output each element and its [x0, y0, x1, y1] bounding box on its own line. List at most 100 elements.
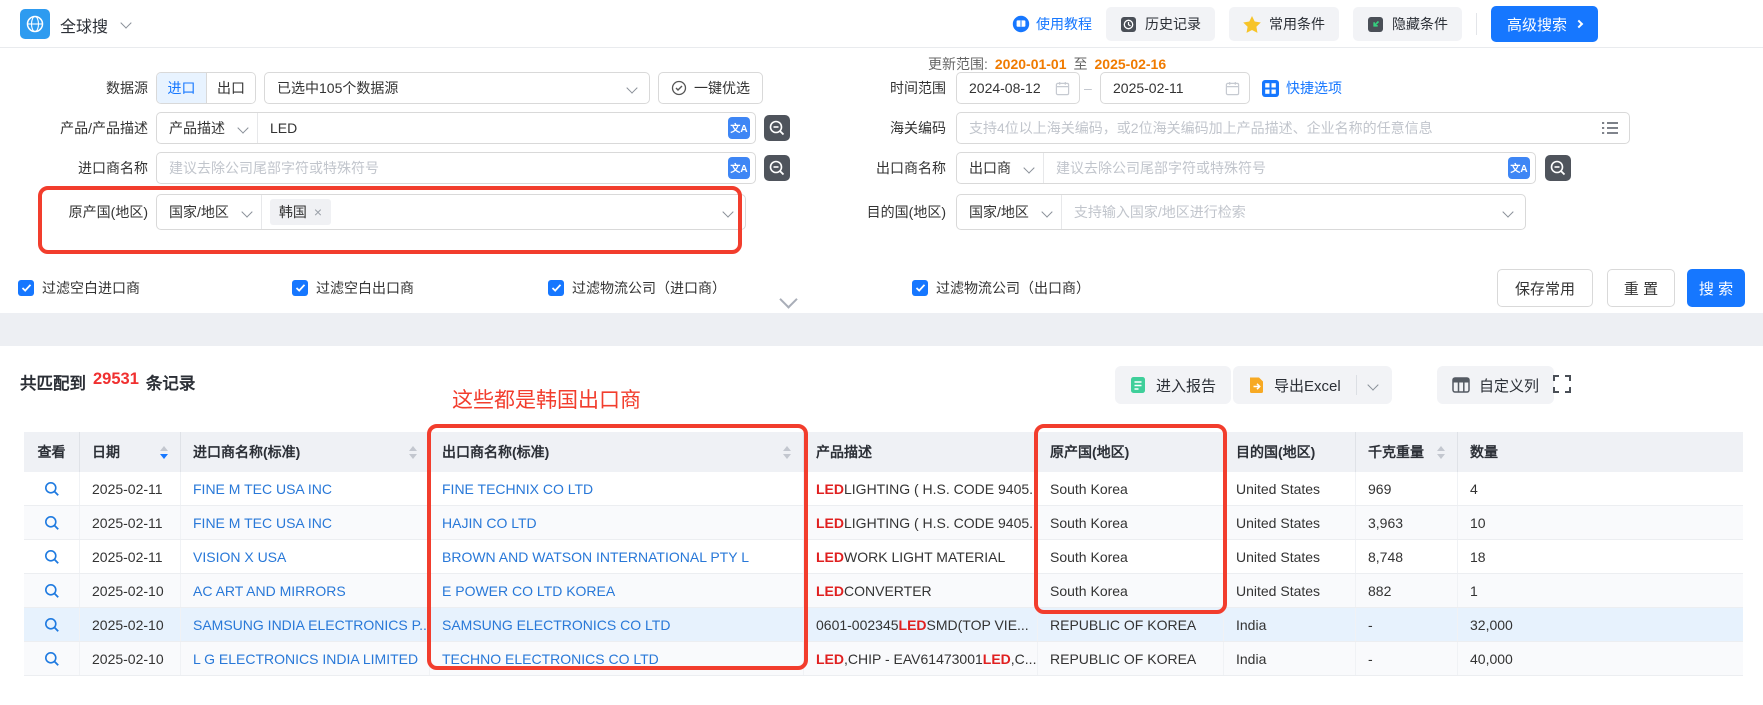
- importer-link[interactable]: L G ELECTRONICS INDIA LIMITED: [193, 651, 418, 667]
- results-panel: 共匹配到 29531 条记录 这些都是韩国出口商 进入报告 导出Excel 自定…: [0, 346, 1763, 705]
- sort-icon[interactable]: [775, 446, 791, 459]
- sort-icon[interactable]: [152, 446, 168, 459]
- product-description-cell: LED LIGHTING ( H.S. CODE 9405...: [804, 472, 1038, 505]
- export-excel-button[interactable]: 导出Excel: [1233, 366, 1392, 404]
- sort-icon[interactable]: [1429, 446, 1445, 459]
- column-header[interactable]: 进口商名称(标准): [181, 432, 430, 472]
- importer-link[interactable]: VISION X USA: [193, 549, 286, 565]
- exclude-filter-icon[interactable]: [1545, 155, 1571, 181]
- hide-conditions-button[interactable]: 隐藏条件: [1353, 7, 1462, 41]
- product-description-cell: LED,CHIP - EAV61473001 LED,C...: [804, 642, 1038, 675]
- magnifier-view-icon[interactable]: [44, 481, 60, 497]
- exporter-link[interactable]: SAMSUNG ELECTRONICS CO LTD: [442, 617, 670, 633]
- exporter-link[interactable]: E POWER CO LTD KOREA: [442, 583, 615, 599]
- app-switch-chevron-down-icon[interactable]: [120, 17, 131, 28]
- exporter-name-input[interactable]: [1044, 160, 1508, 176]
- exporter-name-field[interactable]: 出口商 文A: [956, 152, 1536, 184]
- view-cell[interactable]: [24, 642, 80, 675]
- magnifier-view-icon[interactable]: [44, 515, 60, 531]
- reset-button[interactable]: 重 置: [1607, 269, 1675, 307]
- fullscreen-icon[interactable]: [1552, 374, 1572, 394]
- table-row[interactable]: 2025-02-10SAMSUNG INDIA ELECTRONICS P...…: [24, 608, 1743, 642]
- magnifier-view-icon[interactable]: [44, 583, 60, 599]
- tab-import[interactable]: 进口: [157, 73, 206, 103]
- table-row[interactable]: 2025-02-11VISION X USABROWN AND WATSON I…: [24, 540, 1743, 574]
- exclude-filter-icon[interactable]: [764, 115, 790, 141]
- kg-weight-cell: 3,963: [1356, 506, 1458, 539]
- view-cell[interactable]: [24, 540, 80, 573]
- importer-link[interactable]: AC ART AND MIRRORS: [193, 583, 346, 599]
- importer-name-input[interactable]: [157, 160, 728, 176]
- column-header[interactable]: 日期: [80, 432, 181, 472]
- sort-icon[interactable]: [401, 446, 417, 459]
- one-click-optimize-button[interactable]: 一键优选: [658, 72, 763, 104]
- destination-country-select[interactable]: 国家/地区: [956, 194, 1526, 230]
- exporter-link[interactable]: BROWN AND WATSON INTERNATIONAL PTY L: [442, 549, 749, 565]
- column-header[interactable]: 出口商名称(标准): [430, 432, 804, 472]
- view-cell[interactable]: [24, 608, 80, 641]
- filter-checkbox[interactable]: 过滤物流公司（进口商）: [548, 278, 726, 298]
- update-range-end: 2025-02-16: [1095, 56, 1167, 72]
- product-keyword-input[interactable]: [258, 120, 728, 136]
- exclude-filter-icon[interactable]: [764, 155, 790, 181]
- exporter-link[interactable]: FINE TECHNIX CO LTD: [442, 481, 593, 497]
- view-cell[interactable]: [24, 472, 80, 505]
- checkbox-checked-icon[interactable]: [18, 280, 34, 296]
- history-button[interactable]: 历史记录: [1106, 7, 1215, 41]
- product-description-field[interactable]: 产品描述 文A: [156, 112, 756, 144]
- export-dropdown-chevron-icon[interactable]: [1367, 379, 1378, 390]
- checkbox-checked-icon[interactable]: [912, 280, 928, 296]
- table-row[interactable]: 2025-02-11FINE M TEC USA INCFINE TECHNIX…: [24, 472, 1743, 506]
- enter-report-button[interactable]: 进入报告: [1115, 366, 1231, 404]
- search-button[interactable]: 搜 索: [1687, 269, 1745, 307]
- exporter-link[interactable]: TECHNO ELECTRONICS CO LTD: [442, 651, 659, 667]
- destination-type-select[interactable]: 国家/地区: [957, 195, 1062, 229]
- magnifier-view-icon[interactable]: [44, 651, 60, 667]
- hs-code-field[interactable]: [956, 112, 1630, 144]
- view-cell[interactable]: [24, 574, 80, 607]
- svg-text:文A: 文A: [730, 122, 747, 135]
- advanced-search-button[interactable]: 高级搜索: [1491, 6, 1598, 42]
- checkbox-checked-icon[interactable]: [548, 280, 564, 296]
- hs-code-input[interactable]: [957, 120, 1601, 136]
- filter-checkbox[interactable]: 过滤空白进口商: [18, 278, 140, 298]
- app-logo-globe-icon[interactable]: [20, 9, 50, 39]
- hs-code-list-icon[interactable]: [1601, 120, 1619, 136]
- filter-checkbox[interactable]: 过滤空白出口商: [292, 278, 414, 298]
- tab-export[interactable]: 出口: [206, 73, 255, 103]
- custom-columns-button[interactable]: 自定义列: [1437, 366, 1554, 404]
- end-date-input[interactable]: 2025-02-11: [1100, 72, 1250, 104]
- product-type-select[interactable]: 产品描述: [157, 113, 258, 143]
- translate-icon[interactable]: 文A: [728, 157, 750, 179]
- importer-link[interactable]: FINE M TEC USA INC: [193, 481, 332, 497]
- column-header[interactable]: 千克重量: [1356, 432, 1458, 472]
- exporter-type-select[interactable]: 出口商: [957, 153, 1044, 183]
- view-cell[interactable]: [24, 506, 80, 539]
- origin-type-select[interactable]: 国家/地区: [157, 195, 262, 229]
- start-date-input[interactable]: 2024-08-12: [956, 72, 1080, 104]
- importer-name-field[interactable]: 文A: [156, 152, 756, 184]
- destination-country-cell: India: [1224, 608, 1356, 641]
- table-row[interactable]: 2025-02-10AC ART AND MIRRORSE POWER CO L…: [24, 574, 1743, 608]
- translate-icon[interactable]: 文A: [1508, 157, 1530, 179]
- origin-country-select[interactable]: 国家/地区 韩国 ×: [156, 194, 746, 230]
- favorite-conditions-button[interactable]: 常用条件: [1229, 7, 1339, 41]
- checkbox-checked-icon[interactable]: [292, 280, 308, 296]
- translate-icon[interactable]: 文A: [728, 117, 750, 139]
- start-date-value: 2024-08-12: [957, 80, 1045, 96]
- table-row[interactable]: 2025-02-11FINE M TEC USA INCHAJIN CO LTD…: [24, 506, 1743, 540]
- importer-link[interactable]: SAMSUNG INDIA ELECTRONICS P...: [193, 617, 430, 633]
- exporter-link[interactable]: HAJIN CO LTD: [442, 515, 537, 531]
- tutorial-link[interactable]: 使用教程: [1012, 14, 1092, 34]
- destination-country-input[interactable]: [1062, 204, 1504, 220]
- table-row[interactable]: 2025-02-10L G ELECTRONICS INDIA LIMITEDT…: [24, 642, 1743, 676]
- column-header-label: 目的国(地区): [1236, 442, 1315, 462]
- save-conditions-button[interactable]: 保存常用: [1497, 269, 1593, 307]
- importer-link[interactable]: FINE M TEC USA INC: [193, 515, 332, 531]
- tag-close-icon[interactable]: ×: [314, 205, 322, 219]
- magnifier-view-icon[interactable]: [44, 549, 60, 565]
- quick-options-link[interactable]: 快捷选项: [1262, 72, 1342, 104]
- data-source-select[interactable]: 已选中105个数据源: [264, 72, 650, 104]
- filter-checkbox[interactable]: 过滤物流公司（出口商）: [912, 278, 1090, 298]
- magnifier-view-icon[interactable]: [44, 617, 60, 633]
